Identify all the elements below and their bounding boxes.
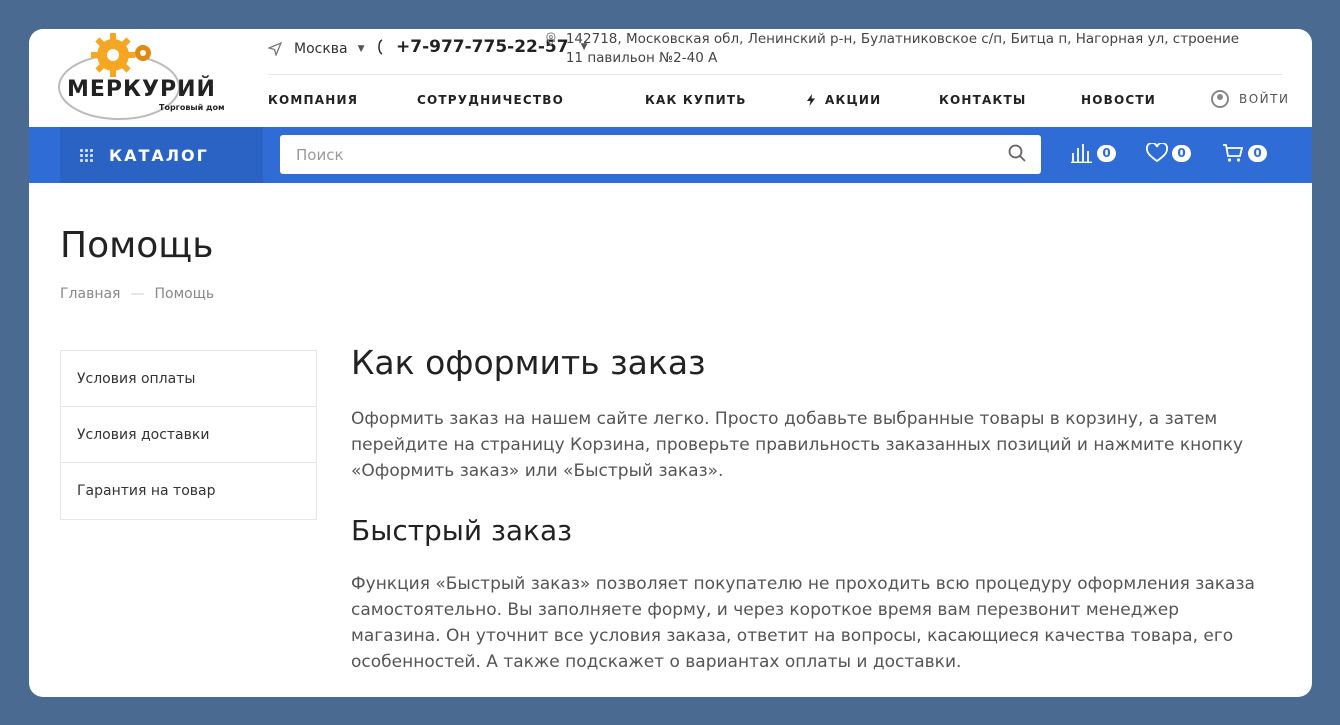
- nav-item-cooperation[interactable]: СОТРУДНИЧЕСТВО: [417, 93, 564, 107]
- section-text-quick-order: Функция «Быстрый заказ» позволяет покупа…: [351, 574, 1255, 672]
- sidebar-item-warranty[interactable]: Гарантия на товар: [61, 463, 316, 519]
- nav-item-promotions[interactable]: АКЦИИ: [807, 93, 881, 107]
- nav-label: КОМПАНИЯ: [268, 93, 359, 107]
- nav-item-company[interactable]: КОМПАНИЯ: [268, 93, 358, 107]
- favorites-count-badge: 0: [1172, 144, 1191, 162]
- section-heading-quick-order: Быстрый заказ: [351, 514, 573, 547]
- nav-label: КОНТАКТЫ: [939, 93, 1027, 107]
- breadcrumb: Главная — Помощь: [60, 286, 214, 302]
- search-icon[interactable]: [1008, 144, 1026, 162]
- section-heading-order: Как оформить заказ: [351, 343, 706, 382]
- top-contacts: Москва ▼ +7-977-775-22-57 ▼ 142718, Моск…: [268, 29, 1283, 75]
- phone-icon: [378, 39, 383, 55]
- compare-icon: [1071, 144, 1092, 163]
- nav-label: КАК КУПИТЬ: [645, 93, 747, 107]
- cart-icon: [1223, 144, 1244, 162]
- sidebar-item-payment[interactable]: Условия оплаты: [61, 351, 316, 407]
- logo-brand: МЕРКУРИЙ: [67, 77, 216, 102]
- compare-button[interactable]: 0: [1071, 143, 1116, 163]
- section-text-order: Оформить заказ на нашем сайте легко. Про…: [351, 409, 1244, 481]
- address-text: 142718, Московская обл, Ленинский р-н, Б…: [565, 31, 1240, 66]
- page-title: Помощь: [60, 225, 214, 266]
- help-sidebar: Условия оплаты Условия доставки Гарантия…: [60, 350, 317, 520]
- page-card: МЕРКУРИЙ Торговый дом Москва ▼ +7-977-77…: [29, 29, 1312, 697]
- user-icon: [1211, 90, 1229, 108]
- city-label: Москва: [294, 41, 348, 57]
- lightning-icon: [807, 94, 815, 106]
- logo[interactable]: МЕРКУРИЙ Торговый дом: [57, 33, 229, 121]
- chevron-down-icon: ▼: [357, 44, 365, 54]
- map-pin-icon: [546, 32, 556, 46]
- cart-count-badge: 0: [1248, 144, 1267, 162]
- main-nav: КОМПАНИЯ СОТРУДНИЧЕСТВО КАК КУПИТЬ АКЦИИ…: [268, 75, 1288, 127]
- phone-number[interactable]: +7-977-775-22-57: [396, 37, 569, 57]
- nav-item-how-to-buy[interactable]: КАК КУПИТЬ: [645, 93, 747, 107]
- breadcrumb-home[interactable]: Главная: [60, 286, 120, 302]
- nav-item-news[interactable]: НОВОСТИ: [1081, 93, 1156, 107]
- favorites-button[interactable]: 0: [1146, 143, 1191, 163]
- cart-button[interactable]: 0: [1222, 143, 1267, 163]
- nav-label: НОВОСТИ: [1081, 93, 1157, 107]
- send-icon: [268, 42, 282, 56]
- heart-icon: [1146, 143, 1168, 163]
- help-content: Как оформить заказ Оформить заказ на наш…: [351, 343, 1271, 675]
- sidebar-item-delivery[interactable]: Условия доставки: [61, 407, 316, 463]
- login-label: ВОЙТИ: [1239, 92, 1290, 106]
- login-button[interactable]: ВОЙТИ: [1211, 90, 1289, 108]
- address: 142718, Московская обл, Ленинский р-н, Б…: [546, 30, 1246, 68]
- grid-icon: [80, 148, 93, 162]
- breadcrumb-separator: —: [130, 286, 145, 302]
- search-input[interactable]: [280, 135, 1041, 174]
- catalog-search-bar: КАТАЛОГ 0 0: [29, 127, 1312, 183]
- catalog-button[interactable]: КАТАЛОГ: [60, 127, 263, 183]
- nav-label: АКЦИИ: [825, 93, 882, 107]
- city-selector[interactable]: Москва ▼: [268, 41, 365, 57]
- nav-item-contacts[interactable]: КОНТАКТЫ: [939, 93, 1027, 107]
- compare-count-badge: 0: [1097, 144, 1116, 162]
- logo-subtitle: Торговый дом: [159, 103, 225, 112]
- catalog-label: КАТАЛОГ: [109, 145, 209, 165]
- nav-label: СОТРУДНИЧЕСТВО: [417, 93, 565, 107]
- breadcrumb-current: Помощь: [154, 286, 215, 302]
